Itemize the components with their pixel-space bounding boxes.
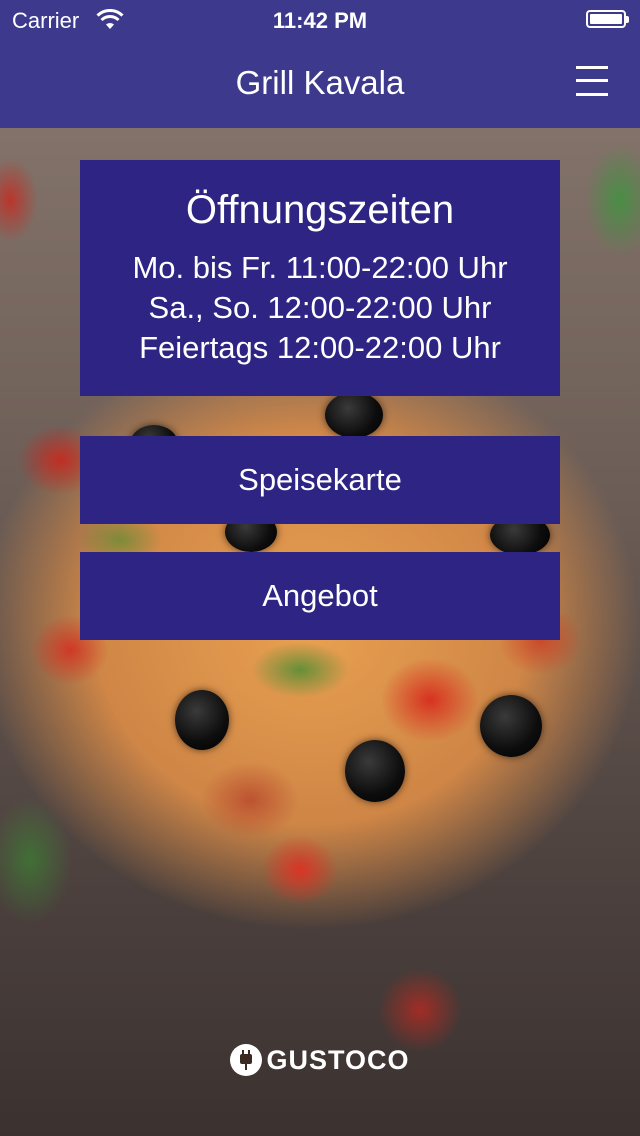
page-title: Grill Kavala <box>235 64 405 101</box>
opening-hours-holidays: Feiertags 12:00-22:00 Uhr <box>139 330 501 365</box>
menu-button-speisekarte[interactable]: Speisekarte <box>80 436 560 524</box>
hamburger-menu-icon[interactable] <box>576 64 612 100</box>
navigation-bar: Carrier 11:42 PM Grill Kavala <box>0 0 640 128</box>
opening-hours-panel: Öffnungszeiten Mo. bis Fr. 11:00-22:00 U… <box>80 160 560 396</box>
opening-hours-weekend: Sa., So. 12:00-22:00 Uhr <box>148 290 492 325</box>
offer-button-angebot[interactable]: Angebot <box>80 552 560 640</box>
gustoco-plug-icon <box>230 1044 263 1076</box>
gustoco-logo-text: GUSTOCO <box>266 1044 410 1075</box>
status-bar: Carrier 11:42 PM <box>0 0 640 40</box>
battery-icon <box>586 10 629 28</box>
opening-hours-weekdays: Mo. bis Fr. 11:00-22:00 Uhr <box>132 250 508 285</box>
clock: 11:42 PM <box>272 8 368 33</box>
gustoco-logo: GUSTOCO <box>0 1040 640 1080</box>
opening-hours-title: Öffnungszeiten <box>185 188 455 232</box>
